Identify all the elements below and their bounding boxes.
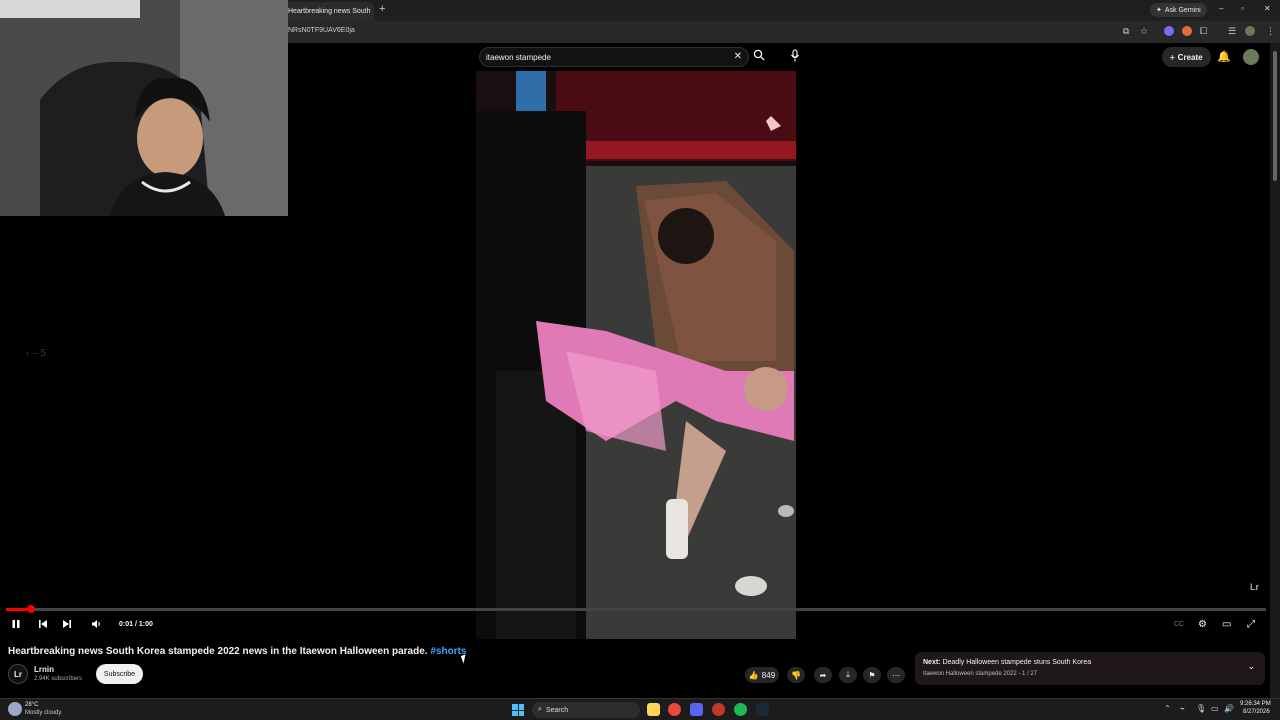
- plus-icon: +: [1170, 52, 1175, 62]
- taskbar-search-label: Search: [545, 706, 569, 714]
- discord-icon[interactable]: [690, 703, 703, 716]
- clear-search-icon[interactable]: ✕: [734, 51, 742, 62]
- extensions-puzzle-icon[interactable]: ⧠: [1200, 26, 1207, 37]
- clock-date[interactable]: 8/27/2026: [1243, 709, 1270, 715]
- previous-short-hint: ‹ – 5: [26, 348, 47, 359]
- create-button[interactable]: + Create: [1162, 47, 1211, 67]
- save-button[interactable]: ⚑: [863, 667, 881, 683]
- thumbs-down-icon: 👎: [791, 670, 801, 680]
- profile-avatar-icon[interactable]: [1245, 26, 1255, 36]
- thumbs-up-icon: 👍: [748, 670, 759, 680]
- tab-title: Heartbreaking news South: [288, 8, 371, 15]
- minimize-button[interactable]: –: [1219, 4, 1223, 13]
- download-icon: ⤓: [846, 670, 850, 679]
- close-window-button[interactable]: ✕: [1264, 4, 1271, 13]
- bell-icon[interactable]: 🔔: [1217, 50, 1231, 63]
- taskbar-search[interactable]: ⌕ Search: [532, 702, 640, 718]
- subscribe-button[interactable]: Subscribe: [96, 664, 143, 684]
- up-next-prefix: Next:: [923, 659, 941, 666]
- download-button[interactable]: ⤓: [839, 667, 857, 683]
- up-next-playlist: Itaewon Halloween stampede 2022 - 1 / 27: [923, 671, 1038, 677]
- sidebar-icon[interactable]: ☰: [1228, 26, 1236, 37]
- display-icon[interactable]: ▭: [1211, 704, 1219, 713]
- mouse-cursor: [460, 654, 469, 664]
- scrollbar-thumb[interactable]: [1273, 51, 1277, 181]
- video-title: Heartbreaking news South Korea stampede …: [8, 646, 466, 657]
- account-avatar[interactable]: [1243, 49, 1259, 65]
- search-value: itaewon stampede: [486, 52, 551, 62]
- more-dots-icon: ⋯: [892, 670, 900, 680]
- like-button[interactable]: 👍 849: [745, 667, 779, 683]
- cast-icon[interactable]: ⧉: [1123, 26, 1129, 37]
- fullscreen-icon[interactable]: ⤢: [1247, 619, 1255, 630]
- captions-icon[interactable]: CC: [1174, 621, 1184, 628]
- create-label: Create: [1177, 52, 1203, 62]
- microphone-tray-icon[interactable]: 🎙: [1196, 704, 1206, 713]
- bookmark-star-icon[interactable]: ☆: [1140, 26, 1148, 37]
- share-arrow-icon: ➦: [819, 670, 827, 680]
- sparkle-icon: ✦: [1156, 7, 1162, 14]
- microphone-icon[interactable]: [790, 49, 800, 63]
- ask-gemini-button[interactable]: ✦ Ask Gemini: [1150, 3, 1207, 17]
- weather-temperature: 28°C: [25, 702, 39, 708]
- windows-taskbar: 28°C Mostly cloudy ⌕ Search ⌃ ⌁ 🎙 ▭ 🔊 9:…: [0, 698, 1280, 720]
- chrome-icon[interactable]: [668, 703, 681, 716]
- page-scrollbar[interactable]: [1270, 43, 1280, 698]
- settings-gear-icon[interactable]: ⚙: [1198, 619, 1207, 630]
- search-icon[interactable]: [753, 49, 765, 64]
- extension-icon[interactable]: [1182, 26, 1192, 36]
- channel-name[interactable]: Lrnin: [34, 665, 54, 674]
- extension-icon[interactable]: [1164, 26, 1174, 36]
- url-text[interactable]: NRsN0TF9UAV6E0ja: [288, 27, 355, 34]
- time-display: 0:01 / 1:00: [119, 621, 153, 628]
- obs-icon[interactable]: [712, 703, 725, 716]
- browser-menu-icon[interactable]: ⋮: [1266, 26, 1275, 37]
- weather-icon[interactable]: [8, 702, 22, 716]
- like-count: 849: [761, 670, 776, 680]
- screen: Heartbreaking news South 🔊 ✕ + ✦ Ask Gem…: [0, 0, 1280, 720]
- steam-icon[interactable]: [756, 703, 769, 716]
- dislike-button[interactable]: 👎: [787, 667, 805, 683]
- clock-time[interactable]: 9:26:34 PM: [1240, 701, 1271, 707]
- new-tab-button[interactable]: +: [379, 3, 385, 15]
- spotify-icon[interactable]: [734, 703, 747, 716]
- file-explorer-icon[interactable]: [647, 703, 660, 716]
- network-icon[interactable]: ⌁: [1180, 704, 1185, 713]
- channel-avatar[interactable]: Lr: [8, 664, 28, 684]
- webcam-overlay: [0, 0, 288, 216]
- ask-gemini-label: Ask Gemini: [1164, 6, 1201, 14]
- video-title-text: Heartbreaking news South Korea stampede …: [8, 646, 431, 657]
- speaker-tray-icon[interactable]: 🔊: [1224, 704, 1234, 713]
- chevron-down-icon[interactable]: ⌄: [1247, 661, 1255, 672]
- up-next-title: Next: Deadly Halloween stampede stuns So…: [923, 659, 1091, 666]
- tray-chevron-up-icon[interactable]: ⌃: [1164, 704, 1171, 713]
- video-frame[interactable]: [476, 71, 796, 639]
- search-input[interactable]: itaewon stampede ✕: [479, 47, 749, 67]
- progress-bar[interactable]: [6, 605, 1266, 613]
- weather-description: Mostly cloudy: [25, 710, 62, 716]
- search-icon: ⌕: [538, 706, 542, 713]
- up-next-card[interactable]: Next: Deadly Halloween stampede stuns So…: [915, 652, 1265, 685]
- channel-watermark[interactable]: Lr: [1250, 582, 1259, 592]
- more-actions-button[interactable]: ⋯: [887, 667, 905, 683]
- pause-button[interactable]: [11, 619, 21, 632]
- browser-tab[interactable]: Heartbreaking news South 🔊 ✕: [284, 2, 374, 21]
- next-button[interactable]: [62, 619, 72, 632]
- previous-button[interactable]: [38, 619, 48, 632]
- volume-icon[interactable]: [91, 619, 102, 632]
- progress-scrubber[interactable]: [27, 605, 36, 613]
- up-next-title-text: Deadly Halloween stampede stuns South Ko…: [940, 659, 1092, 666]
- windows-start-icon[interactable]: [512, 704, 524, 716]
- share-button[interactable]: ➦: [814, 667, 832, 683]
- subscriber-count: 2.94K subscribers: [34, 676, 83, 682]
- speaker-icon[interactable]: 🔊: [374, 8, 375, 16]
- bookmark-icon: ⚑: [868, 670, 876, 680]
- restore-button[interactable]: ▫: [1241, 4, 1244, 13]
- miniplayer-icon[interactable]: ▭: [1222, 619, 1231, 630]
